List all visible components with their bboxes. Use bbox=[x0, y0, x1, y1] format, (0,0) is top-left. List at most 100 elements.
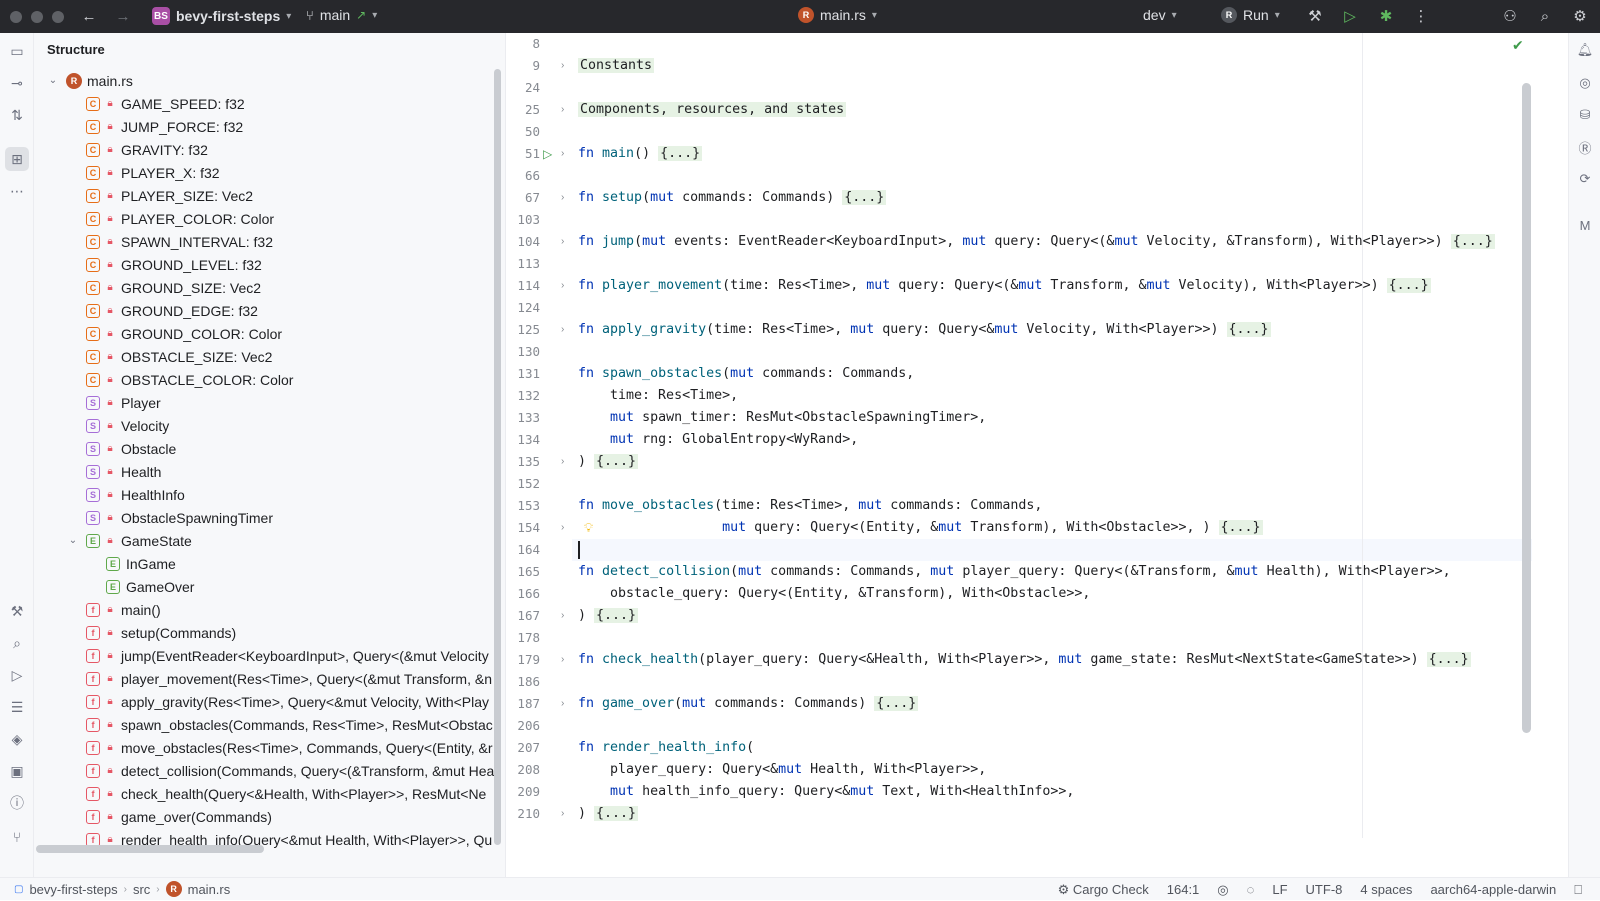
code-line[interactable]: fn game_over(mut commands: Commands) {..… bbox=[578, 693, 919, 715]
code-line[interactable]: obstacle_query: Query<(Entity, &Transfor… bbox=[578, 583, 1090, 605]
folded-region[interactable]: Components, resources, and states bbox=[578, 102, 847, 117]
structure-horizontal-scrollbar[interactable] bbox=[36, 845, 264, 853]
rust-tool-icon[interactable]: Ⓡ bbox=[1573, 135, 1597, 159]
ai-assistant-icon[interactable]: ◎ bbox=[1573, 71, 1597, 95]
minimize-window-button[interactable] bbox=[31, 10, 43, 23]
add-user-icon[interactable]: ⚇ bbox=[1499, 5, 1521, 27]
folded-body[interactable]: {...} bbox=[842, 190, 887, 205]
zoom-window-button[interactable] bbox=[52, 10, 64, 23]
structure-vertical-scrollbar[interactable] bbox=[494, 69, 501, 845]
code-line[interactable]: mut health_info_query: Query<&mut Text, … bbox=[578, 781, 1074, 803]
fold-chevron-icon[interactable]: › bbox=[561, 55, 564, 77]
code-editor[interactable]: 8 9 › 24 25 › 50 51 › ▷ 66 67 › 103 104 › 113 114 › 124 125 ›… bbox=[506, 33, 1568, 877]
tree-item[interactable]: S 🔒︎ Velocity bbox=[86, 414, 169, 437]
git-icon[interactable]: ⑂ bbox=[5, 825, 29, 849]
tree-item[interactable]: ⌄ E 🔒︎ GameState bbox=[66, 529, 192, 552]
fold-chevron-icon[interactable]: › bbox=[561, 187, 564, 209]
tree-item[interactable]: f 🔒︎ player_movement(Res<Time>, Query<(&mu… bbox=[86, 667, 492, 690]
problems-icon[interactable]: ⓘ bbox=[5, 791, 29, 815]
notifications-bell-icon[interactable]: 🔔︎ bbox=[1573, 38, 1597, 62]
code-line[interactable]: fn apply_gravity(time: Res<Time>, mut qu… bbox=[578, 319, 1271, 341]
code-line[interactable]: mut spawn_timer: ResMut<ObstacleSpawning… bbox=[578, 407, 986, 429]
tree-item[interactable]: E GameOver bbox=[106, 575, 194, 598]
fold-chevron-icon[interactable]: › bbox=[561, 231, 564, 253]
file-encoding[interactable]: UTF-8 bbox=[1306, 882, 1343, 897]
folded-body[interactable]: {...} bbox=[1426, 652, 1471, 667]
fold-chevron-icon[interactable]: › bbox=[561, 649, 564, 671]
code-line[interactable]: fn render_health_info( bbox=[578, 737, 754, 759]
folded-body[interactable]: {...} bbox=[1386, 278, 1431, 293]
folded-body[interactable]: {...} bbox=[594, 454, 639, 469]
debug-bug-icon[interactable]: ✱ bbox=[1375, 5, 1397, 27]
tree-item[interactable]: C 🔒︎ SPAWN_INTERVAL: f32 bbox=[86, 230, 273, 253]
folded-body[interactable]: {...} bbox=[594, 806, 639, 821]
cargo-check-widget[interactable]: ⚙ Cargo Check bbox=[1058, 882, 1149, 898]
folded-body[interactable]: {...} bbox=[658, 146, 703, 161]
markdown-icon[interactable]: M bbox=[1573, 213, 1597, 237]
tree-item[interactable]: C 🔒︎ GROUND_COLOR: Color bbox=[86, 322, 282, 345]
chevron-down-icon[interactable]: ⌄ bbox=[66, 535, 80, 546]
profile-selector[interactable]: dev ▾ bbox=[1143, 7, 1177, 23]
folded-region[interactable]: Constants bbox=[578, 58, 655, 73]
tree-item[interactable]: f 🔒︎ spawn_obstacles(Commands, Res<Time>, … bbox=[86, 713, 493, 736]
current-file-selector[interactable]: R main.rs ▾ bbox=[798, 7, 877, 23]
fold-chevron-icon[interactable]: › bbox=[561, 275, 564, 297]
find-icon[interactable]: ⌕ bbox=[5, 631, 29, 655]
close-window-button[interactable] bbox=[10, 10, 22, 23]
code-line[interactable]: Constants bbox=[578, 55, 655, 77]
build-hammer-icon[interactable]: ⚒ bbox=[1304, 5, 1326, 27]
fold-chevron-icon[interactable]: › bbox=[561, 319, 564, 341]
tree-item[interactable]: f 🔒︎ jump(EventReader<KeyboardInput>, Quer… bbox=[86, 644, 489, 667]
tree-item[interactable]: S 🔒︎ ObstacleSpawningTimer bbox=[86, 506, 273, 529]
tree-item[interactable]: S 🔒︎ Health bbox=[86, 460, 161, 483]
run-configuration[interactable]: R Run ▾ bbox=[1221, 7, 1280, 23]
tree-item[interactable]: C 🔒︎ GROUND_EDGE: f32 bbox=[86, 299, 258, 322]
tree-item[interactable]: C 🔒︎ GRAVITY: f32 bbox=[86, 138, 208, 161]
tree-item[interactable]: C 🔒︎ PLAYER_X: f32 bbox=[86, 161, 220, 184]
ai-status-icon[interactable]: ◎ bbox=[1217, 882, 1228, 898]
tree-item[interactable]: C 🔒︎ GROUND_SIZE: Vec2 bbox=[86, 276, 261, 299]
folded-body[interactable]: {...} bbox=[1218, 520, 1263, 535]
fold-chevron-icon[interactable]: › bbox=[561, 143, 564, 165]
code-line[interactable]: fn detect_collision(mut commands: Comman… bbox=[578, 561, 1451, 583]
tree-item[interactable]: f 🔒︎ move_obstacles(Res<Time>, Commands, Q… bbox=[86, 736, 493, 759]
tree-item[interactable]: f 🔒︎ apply_gravity(Res<Time>, Query<&mut V… bbox=[86, 690, 489, 713]
breadcrumb-src[interactable]: src bbox=[133, 882, 150, 897]
code-line[interactable]: mut query: Query<(Entity, &mut Transform… bbox=[578, 517, 1263, 539]
no-problems-check-icon[interactable]: ✔ bbox=[1512, 37, 1524, 54]
code-line[interactable]: ) {...} bbox=[578, 803, 639, 825]
build-hammer-icon[interactable]: ⚒ bbox=[5, 599, 29, 623]
code-line[interactable]: mut rng: GlobalEntropy<WyRand>, bbox=[578, 429, 858, 451]
code-line[interactable]: fn main() {...} bbox=[578, 143, 703, 165]
caret-position[interactable]: 164:1 bbox=[1167, 882, 1200, 897]
tree-item[interactable]: f 🔒︎ setup(Commands) bbox=[86, 621, 236, 644]
breadcrumb-project[interactable]: bevy-first-steps bbox=[29, 882, 117, 897]
forward-arrow-icon[interactable]: → bbox=[112, 5, 134, 27]
tree-item[interactable]: C 🔒︎ PLAYER_COLOR: Color bbox=[86, 207, 274, 230]
tree-item[interactable]: C 🔒︎ PLAYER_SIZE: Vec2 bbox=[86, 184, 253, 207]
tree-item[interactable]: f 🔒︎ check_health(Query<&Health, With<Play… bbox=[86, 782, 486, 805]
target-triple[interactable]: aarch64-apple-darwin bbox=[1430, 882, 1556, 897]
folded-body[interactable]: {...} bbox=[1226, 322, 1271, 337]
code-line[interactable]: time: Res<Time>, bbox=[578, 385, 738, 407]
fold-chevron-icon[interactable]: › bbox=[561, 803, 564, 825]
todo-list-icon[interactable]: ☰ bbox=[5, 695, 29, 719]
tree-item[interactable]: C 🔒︎ GAME_SPEED: f32 bbox=[86, 92, 245, 115]
search-icon[interactable]: ⌕ bbox=[1534, 5, 1556, 27]
database-icon[interactable]: ⛁ bbox=[1573, 103, 1597, 127]
more-vertical-icon[interactable]: ⋮ bbox=[1410, 5, 1432, 27]
fold-chevron-icon[interactable]: › bbox=[561, 99, 564, 121]
fold-chevron-icon[interactable]: › bbox=[561, 451, 564, 473]
tree-item[interactable]: C 🔒︎ OBSTACLE_SIZE: Vec2 bbox=[86, 345, 272, 368]
tree-item[interactable]: C 🔒︎ OBSTACLE_COLOR: Color bbox=[86, 368, 293, 391]
tree-item[interactable]: C 🔒︎ GROUND_LEVEL: f32 bbox=[86, 253, 262, 276]
pull-requests-icon[interactable]: ⇅ bbox=[5, 103, 29, 127]
code-line[interactable]: fn player_movement(time: Res<Time>, mut … bbox=[578, 275, 1431, 297]
lock-icon[interactable]: ⎕ bbox=[1574, 882, 1582, 898]
tree-item[interactable]: f 🔒︎ detect_collision(Commands, Query<(&Tr… bbox=[86, 759, 494, 782]
tree-item[interactable]: S 🔒︎ HealthInfo bbox=[86, 483, 185, 506]
tree-item[interactable]: f 🔒︎ main() bbox=[86, 598, 161, 621]
code-line[interactable]: fn check_health(player_query: Query<&Hea… bbox=[578, 649, 1471, 671]
tree-root[interactable]: ⌄ R main.rs bbox=[46, 69, 133, 92]
terminal-icon[interactable]: ▣ bbox=[5, 759, 29, 783]
